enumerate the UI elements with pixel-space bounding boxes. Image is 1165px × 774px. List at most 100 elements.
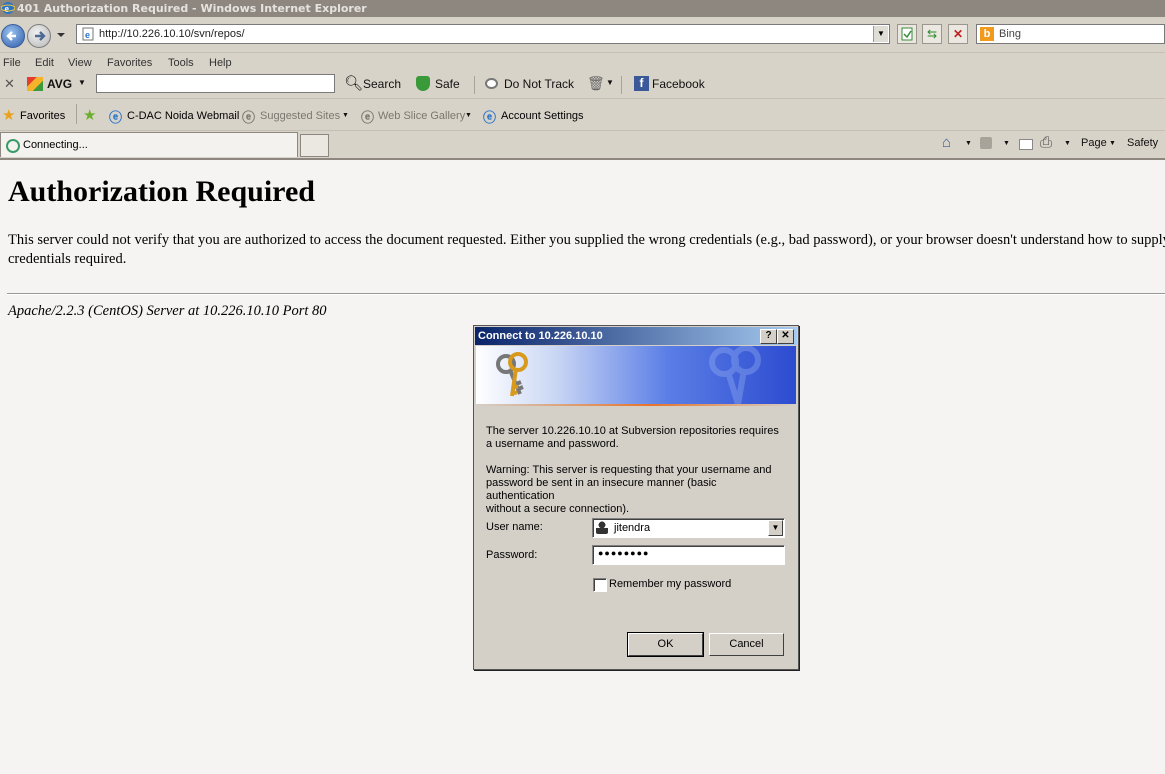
search-box[interactable]: b Bing [976,24,1165,44]
banner-divider [476,404,796,406]
menu-edit[interactable]: Edit [35,57,54,69]
refresh-button[interactable]: ⇆ [922,24,942,44]
rss-feed-icon[interactable] [980,137,992,149]
safe-button[interactable]: Safe [435,77,460,91]
ie-page-icon: ⓔ [109,110,123,125]
remember-password-label[interactable]: Remember my password [609,578,731,590]
svg-text:e: e [5,4,10,15]
compatibility-icon [901,27,913,41]
dialog-close-button[interactable]: ✕ [777,329,794,344]
print-icon[interactable]: ⎙ [1040,134,1052,151]
facebook-icon: f [634,76,649,91]
trash-icon[interactable]: 🗑︎ [587,75,605,92]
username-label: User name: [486,521,543,533]
avg-search-input[interactable] [96,74,335,93]
avg-logo-icon [27,77,43,91]
dialog-warning-line: without a secure connection). [486,503,630,515]
username-dropdown-button[interactable]: ▼ [768,520,783,536]
page-menu-button[interactable]: Page [1081,137,1107,149]
menu-tools[interactable]: Tools [168,57,194,69]
password-field[interactable]: ●●●●●●●● [592,545,785,565]
ok-button[interactable]: OK [627,632,704,657]
tab-current[interactable]: Connecting... [0,132,298,157]
recent-pages-dropdown[interactable] [55,29,67,41]
new-tab-button[interactable] [300,134,329,157]
refresh-icon: ⇆ [926,27,938,41]
fav-link-account-settings[interactable]: Account Settings [501,110,584,122]
svg-text:e: e [85,30,90,40]
page-chevron-icon[interactable]: ▼ [1109,140,1116,147]
keys-icon [496,352,528,397]
address-bar[interactable]: e http://10.226.10.10/svn/repos/ ▼ [76,24,890,44]
fav-link-suggested-sites[interactable]: Suggested Sites [260,110,340,122]
dialog-message: The server 10.226.10.10 at Subversion re… [486,425,786,451]
fav-link-web-slice-gallery[interactable]: Web Slice Gallery [378,110,465,122]
print-chevron-icon[interactable]: ▼ [1064,140,1071,147]
forward-button[interactable] [27,24,51,48]
user-avatar-icon [596,521,608,534]
keys-watermark-icon [709,346,761,404]
do-not-track-button[interactable]: Do Not Track [504,77,574,91]
dialog-help-button[interactable]: ? [760,329,777,344]
page-icon: e [82,27,94,41]
safe-shield-icon [416,76,430,91]
username-value[interactable]: jitendra [614,522,650,534]
favorites-button[interactable]: Favorites [20,110,65,122]
chevron-down-icon [57,33,65,37]
error-message-line: This server could not verify that you ar… [8,232,1165,248]
tab-label: Connecting... [23,139,88,151]
toolbar-separator [621,76,622,94]
dialog-warning-line: password be sent in an insecure manner (… [486,477,717,502]
url-text[interactable]: http://10.226.10.10/svn/repos/ [99,28,245,40]
dialog-warning: Warning: This server is requesting that … [486,464,786,516]
avg-brand-label[interactable]: AVG [47,77,72,91]
fav-link-cdac-webmail[interactable]: C-DAC Noida Webmail [127,110,239,122]
address-dropdown-button[interactable]: ▼ [873,26,888,42]
cancel-button[interactable]: Cancel [709,633,784,656]
home-chevron-icon[interactable]: ▼ [965,140,972,147]
password-value[interactable]: ●●●●●●●● [598,548,650,558]
page-heading: Authorization Required [8,175,315,208]
error-message: This server could not verify that you ar… [8,231,1165,269]
mail-icon[interactable] [1019,139,1033,150]
ie-page-icon: ⓔ [361,110,375,125]
feed-chevron-icon[interactable]: ▼ [1003,140,1010,147]
favorites-star-icon: ★ [2,107,16,124]
safety-menu-button[interactable]: Safety [1127,137,1158,149]
stop-icon: ✕ [952,27,964,41]
chevron-down-icon[interactable]: ▼ [342,112,349,119]
back-button[interactable] [1,24,25,48]
stop-button[interactable]: ✕ [948,24,968,44]
menu-file[interactable]: File [3,57,21,69]
favorites-separator [76,104,77,124]
search-provider-label: Bing [999,28,1022,40]
remember-password-checkbox[interactable] [593,578,607,592]
trash-chevron-icon[interactable]: ▼ [606,78,614,87]
internet-explorer-icon: e [1,2,15,15]
dialog-message-line: The server 10.226.10.10 at Subversion re… [486,425,779,437]
avg-menu-chevron-icon[interactable]: ▼ [78,78,86,87]
dialog-banner [476,346,796,404]
ie-page-icon: ⓔ [483,110,497,125]
window-title-bar[interactable]: e 401 Authorization Required - Windows I… [0,0,1165,17]
bing-icon: b [980,27,994,41]
toolbar-separator [474,76,475,94]
compatibility-view-button[interactable] [897,24,917,44]
password-label: Password: [486,549,538,561]
menu-favorites[interactable]: Favorites [107,57,152,69]
add-favorite-icon[interactable]: ★ [83,106,96,124]
avg-search-button[interactable]: Search [363,77,401,91]
home-icon[interactable]: ⌂ [942,134,951,151]
ie-page-icon: ⓔ [242,110,256,125]
forward-arrow-icon [35,31,46,41]
loading-spinner-icon [6,139,20,153]
menu-view[interactable]: View [68,57,92,69]
menu-help[interactable]: Help [209,57,232,69]
magnifier-icon: 🔍︎ [344,75,364,92]
facebook-button[interactable]: Facebook [652,77,705,91]
window-title: 401 Authorization Required - Windows Int… [17,2,367,15]
username-combobox[interactable]: jitendra ▼ [592,518,785,538]
toolbar-close-icon[interactable]: ✕ [4,76,15,92]
dialog-title-bar[interactable]: Connect to 10.226.10.10 ? ✕ [475,327,797,345]
chevron-down-icon[interactable]: ▼ [465,112,472,119]
